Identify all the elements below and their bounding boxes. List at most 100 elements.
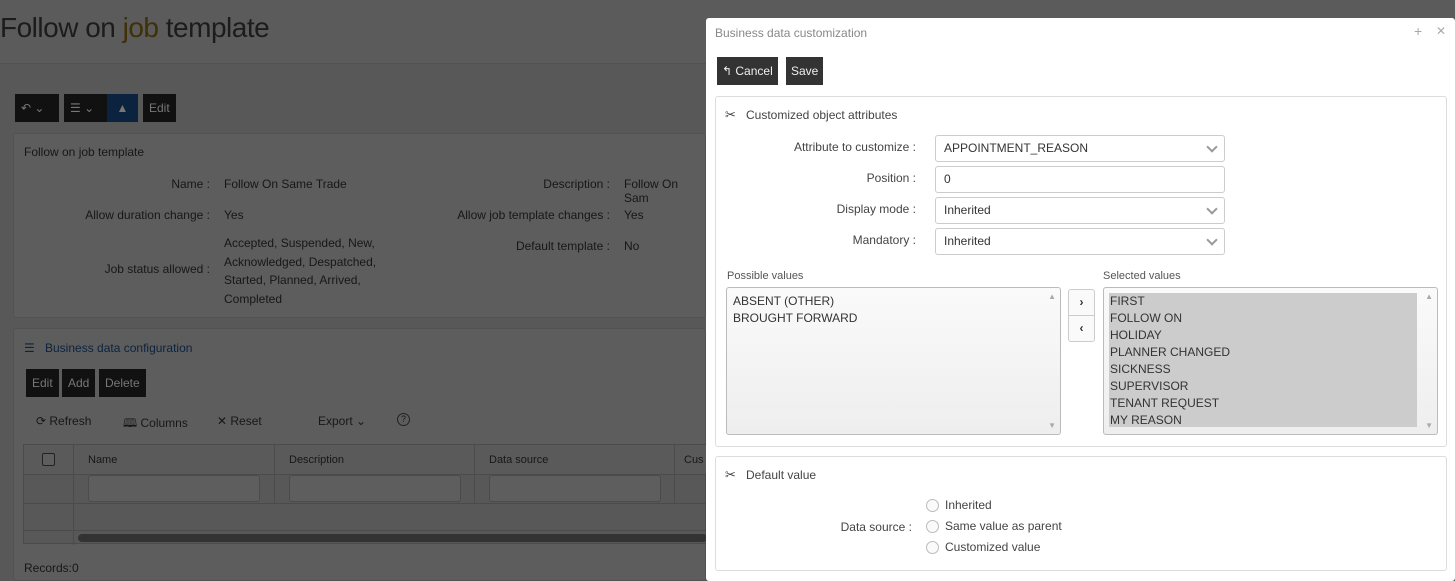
undo-icon: ↰ bbox=[722, 64, 736, 78]
refresh-icon: ⟳ bbox=[36, 414, 50, 428]
add-button[interactable]: Add bbox=[62, 369, 96, 397]
field-label: Job status allowed : bbox=[104, 262, 210, 276]
columns-label: Columns bbox=[140, 416, 188, 430]
list-option[interactable]: SUPERVISOR bbox=[1104, 378, 1437, 395]
default-value-section: ✂ Default value Data source : Inherited … bbox=[715, 456, 1447, 571]
selected-values-list[interactable]: FIRST FOLLOW ON HOLIDAY PLANNER CHANGED SICK… bbox=[1103, 287, 1438, 435]
datasource-filter-input[interactable] bbox=[489, 475, 661, 502]
business-data-dialog: Business data customization + ✕ ↰ Cancel… bbox=[706, 18, 1455, 581]
list-icon: ☰ bbox=[24, 341, 35, 355]
description-filter-input[interactable] bbox=[289, 475, 461, 502]
scroll-down-icon[interactable]: ▼ bbox=[1048, 421, 1056, 430]
name-filter-input[interactable] bbox=[88, 475, 260, 502]
chevron-down-icon bbox=[1206, 234, 1218, 246]
list-option[interactable]: HOLIDAY bbox=[1104, 327, 1437, 344]
move-right-button[interactable]: › bbox=[1069, 290, 1094, 316]
list-option[interactable]: TENANT REQUEST bbox=[1104, 395, 1437, 412]
list-option[interactable]: SICKNESS bbox=[1104, 361, 1437, 378]
reset-button[interactable]: ✕ Reset bbox=[217, 414, 262, 428]
columns-button[interactable]: 🕮 Columns bbox=[123, 414, 188, 435]
horizontal-scrollbar[interactable] bbox=[78, 534, 707, 542]
field-label: Position : bbox=[866, 171, 916, 185]
transfer-buttons: › ‹ bbox=[1068, 289, 1095, 342]
radio-same-as-parent[interactable]: Same value as parent bbox=[926, 519, 1062, 534]
list-option[interactable]: PLANNER CHANGED bbox=[1104, 344, 1437, 361]
tools-icon: ✂ bbox=[725, 107, 736, 122]
scroll-up-icon[interactable]: ▲ bbox=[1425, 292, 1433, 301]
maximize-icon[interactable]: + bbox=[1414, 23, 1422, 39]
refresh-button[interactable]: ⟳ Refresh bbox=[36, 414, 91, 428]
list-option[interactable]: FIRST bbox=[1104, 293, 1437, 310]
details-panel: Follow on job template Name : Follow On … bbox=[13, 133, 706, 318]
position-input[interactable]: 0 bbox=[935, 166, 1225, 193]
field-label: Data source : bbox=[840, 520, 912, 534]
possible-values-label: Possible values bbox=[727, 270, 804, 282]
help-icon[interactable]: ? bbox=[397, 413, 410, 426]
back-menu-button[interactable]: ↶ ⌄ bbox=[15, 94, 59, 122]
radio-label: Same value as parent bbox=[945, 519, 1062, 533]
radio-label: Inherited bbox=[945, 498, 992, 512]
move-left-button[interactable]: ‹ bbox=[1069, 316, 1094, 342]
list-option[interactable]: MY REASON bbox=[1104, 412, 1437, 429]
list-menu-button[interactable]: ☰ ⌄ bbox=[64, 94, 108, 122]
edit-button[interactable]: Edit bbox=[143, 94, 176, 122]
cancel-button[interactable]: ↰ Cancel bbox=[717, 57, 778, 85]
radio-label: Customized value bbox=[945, 540, 1041, 554]
radio-circle[interactable] bbox=[926, 499, 939, 513]
field-label: Attribute to customize : bbox=[793, 140, 916, 154]
chevron-down-icon: ⌄ bbox=[356, 414, 367, 428]
field-label: Name : bbox=[171, 177, 210, 191]
tools-icon: ✂ bbox=[725, 467, 736, 482]
field-value: No bbox=[624, 239, 640, 253]
display-mode-select[interactable]: Inherited bbox=[935, 197, 1225, 224]
select-value: Inherited bbox=[944, 203, 991, 217]
edit-button[interactable]: Edit bbox=[26, 369, 59, 397]
delete-button[interactable]: Delete bbox=[99, 369, 146, 397]
save-button[interactable]: Save bbox=[786, 57, 824, 85]
possible-values-list[interactable]: ABSENT (OTHER) BROUGHT FORWARD ▲ ▼ bbox=[726, 287, 1061, 435]
warning-icon[interactable]: ▲ bbox=[107, 94, 138, 122]
scroll-down-icon[interactable]: ▼ bbox=[1425, 421, 1433, 430]
field-label: Allow duration change : bbox=[85, 208, 210, 222]
panel-heading: Follow on job template bbox=[24, 145, 145, 159]
column-header[interactable]: Data source bbox=[489, 454, 548, 466]
close-icon: ✕ bbox=[217, 414, 231, 428]
radio-inherited[interactable]: Inherited bbox=[926, 498, 992, 513]
column-header[interactable]: Description bbox=[289, 454, 344, 466]
title-part: Follow on bbox=[0, 12, 123, 43]
book-icon: 🕮 bbox=[123, 416, 141, 430]
scroll-up-icon[interactable]: ▲ bbox=[1048, 292, 1056, 301]
export-button[interactable]: Export ⌄ bbox=[318, 414, 366, 428]
radio-circle[interactable] bbox=[926, 520, 939, 534]
list-option[interactable]: FOLLOW ON bbox=[1104, 310, 1437, 327]
export-label: Export bbox=[318, 414, 353, 428]
panel-heading: Business data configuration bbox=[45, 341, 193, 355]
mandatory-select[interactable]: Inherited bbox=[935, 228, 1225, 255]
select-all-checkbox[interactable] bbox=[42, 453, 55, 466]
column-header[interactable]: Cus bbox=[684, 454, 704, 466]
attributes-section: ✂ Customized object attributes Attribute… bbox=[715, 96, 1447, 447]
reset-label: Reset bbox=[230, 414, 262, 428]
dialog-title: Business data customization bbox=[715, 26, 868, 40]
field-value: Accepted, Suspended, New, Acknowledged, … bbox=[224, 236, 377, 306]
field-label: Display mode : bbox=[836, 202, 916, 216]
list-option[interactable]: ABSENT (OTHER) bbox=[727, 293, 1060, 310]
attribute-select[interactable]: APPOINTMENT_REASON bbox=[935, 135, 1225, 162]
selected-values-label: Selected values bbox=[1103, 270, 1181, 282]
list-option[interactable]: BROUGHT FORWARD bbox=[727, 310, 1060, 327]
select-value: APPOINTMENT_REASON bbox=[944, 141, 1089, 155]
input-value: 0 bbox=[944, 172, 951, 186]
field-label: Mandatory : bbox=[852, 233, 916, 247]
column-header[interactable]: Name bbox=[88, 454, 117, 466]
chevron-down-icon bbox=[1206, 141, 1218, 153]
data-grid: Name Description Data source Cus bbox=[23, 444, 707, 545]
field-label: Allow job template changes : bbox=[457, 208, 610, 222]
section-heading: Default value bbox=[746, 468, 817, 482]
close-icon[interactable]: ✕ bbox=[1436, 24, 1446, 38]
radio-circle[interactable] bbox=[926, 541, 939, 555]
title-part: template bbox=[158, 12, 270, 43]
page-title: Follow on job template bbox=[0, 12, 270, 44]
field-value: Follow On Same Trade bbox=[224, 177, 347, 191]
radio-customized[interactable]: Customized value bbox=[926, 540, 1041, 555]
field-value: Follow On Sam bbox=[624, 177, 679, 205]
